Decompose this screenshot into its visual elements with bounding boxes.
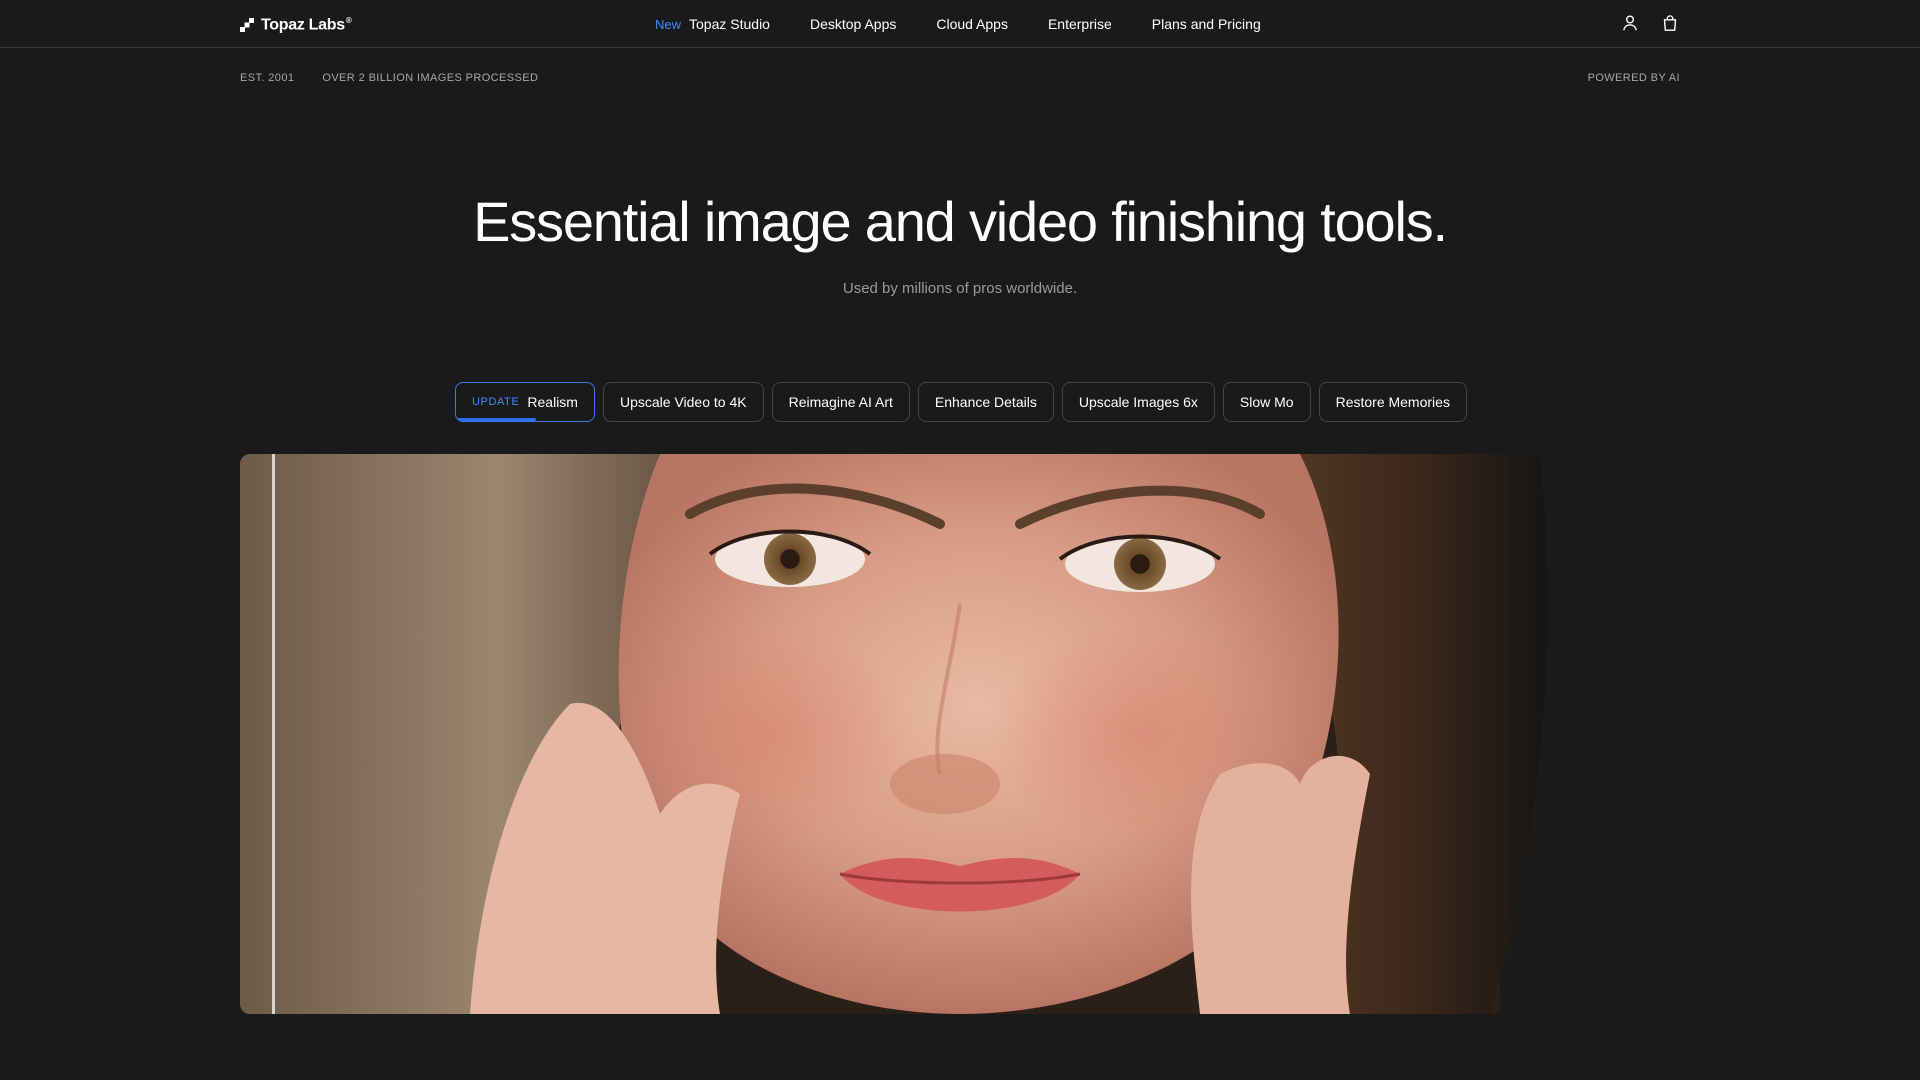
top-navigation: Topaz Labs® New Topaz Studio Desktop App… — [0, 0, 1920, 48]
nav-actions — [1621, 14, 1679, 32]
feature-tabs: UPDATE Realism Upscale Video to 4K Reima… — [455, 382, 1467, 422]
hero-subtitle: Used by millions of pros worldwide. — [842, 280, 1078, 297]
tab-realism[interactable]: UPDATE Realism — [455, 382, 595, 422]
user-icon[interactable] — [1621, 14, 1639, 32]
nav-enterprise[interactable]: Enterprise — [1048, 16, 1112, 32]
nav-plans-and-pricing[interactable]: Plans and Pricing — [1152, 16, 1261, 32]
showcase-image[interactable] — [240, 454, 1680, 1014]
powered-by-text: POWERED BY AI — [1587, 72, 1680, 84]
brand-name: Topaz Labs® — [261, 15, 352, 34]
brand-trademark: ® — [345, 15, 352, 25]
tab-update-badge: UPDATE — [472, 396, 520, 408]
nav-cloud-apps[interactable]: Cloud Apps — [936, 16, 1008, 32]
nav-topaz-studio-label: Topaz Studio — [689, 16, 770, 32]
tab-realism-label: Realism — [527, 394, 578, 410]
tab-reimagine-ai-art[interactable]: Reimagine AI Art — [771, 382, 910, 422]
shopping-bag-icon[interactable] — [1661, 14, 1679, 32]
nav-topaz-studio[interactable]: New Topaz Studio — [655, 16, 770, 32]
tab-upscale-images-6x[interactable]: Upscale Images 6x — [1061, 382, 1215, 422]
compare-slider-handle[interactable] — [272, 454, 275, 1014]
meta-bar: EST. 2001 OVER 2 BILLION IMAGES PROCESSE… — [240, 72, 1680, 86]
meta-left: EST. 2001 OVER 2 BILLION IMAGES PROCESSE… — [240, 72, 538, 84]
images-processed-text: OVER 2 BILLION IMAGES PROCESSED — [322, 72, 539, 84]
hero-title: Essential image and video finishing tool… — [473, 190, 1448, 253]
portrait-image — [240, 454, 1680, 1014]
established-text: EST. 2001 — [240, 72, 295, 84]
tab-progress-bar — [456, 418, 537, 421]
tab-enhance-details[interactable]: Enhance Details — [917, 382, 1054, 422]
tab-upscale-video-to-4k[interactable]: Upscale Video to 4K — [602, 382, 764, 422]
nav-desktop-apps[interactable]: Desktop Apps — [810, 16, 896, 32]
main-nav: New Topaz Studio Desktop Apps Cloud Apps… — [655, 14, 1261, 34]
topaz-labs-logo[interactable]: Topaz Labs® — [240, 15, 352, 35]
tab-slow-mo[interactable]: Slow Mo — [1222, 382, 1311, 422]
topaz-logo-mark-icon — [240, 18, 254, 32]
brand-name-text: Topaz Labs — [261, 16, 345, 34]
tab-restore-memories[interactable]: Restore Memories — [1318, 382, 1467, 422]
nav-new-badge: New — [655, 16, 682, 32]
